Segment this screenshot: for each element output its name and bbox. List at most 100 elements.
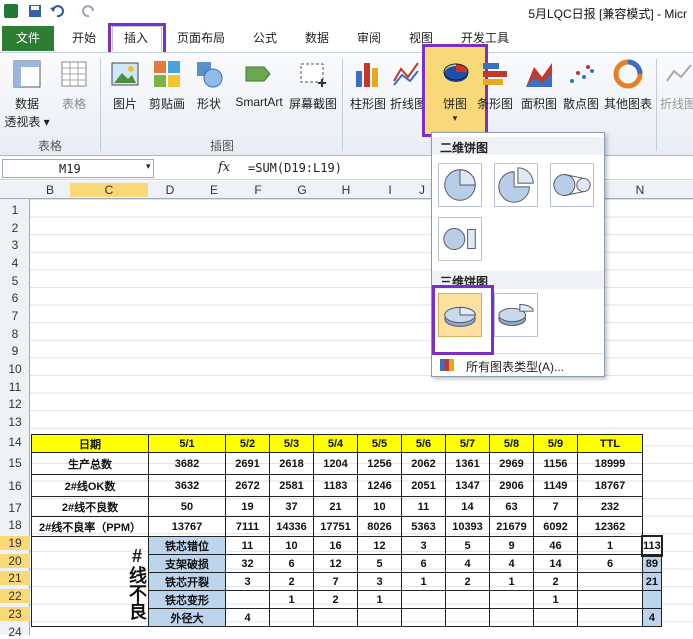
column-header[interactable]: J xyxy=(412,183,432,197)
table-cell[interactable]: 1246 xyxy=(357,474,402,497)
table-cell[interactable]: 2 xyxy=(445,572,490,591)
row-header[interactable]: 10 xyxy=(0,362,30,376)
table-cell[interactable]: 2969 xyxy=(489,452,534,475)
tab-home[interactable]: 开始 xyxy=(72,29,96,46)
table-cell[interactable]: 2 xyxy=(533,572,578,591)
table-cell[interactable]: 18999 xyxy=(577,452,643,475)
row-header[interactable]: 15 xyxy=(0,456,30,470)
row-header[interactable]: 11 xyxy=(0,380,30,394)
table-cell[interactable] xyxy=(313,608,358,627)
row-header[interactable]: 6 xyxy=(0,291,30,305)
table-cell[interactable]: 5 xyxy=(445,536,490,555)
table-cell[interactable]: 12 xyxy=(313,554,358,573)
table-cell[interactable] xyxy=(401,590,446,609)
row-header[interactable]: 12 xyxy=(0,397,30,411)
table-cell[interactable]: 5363 xyxy=(401,516,446,537)
table-cell[interactable]: 1361 xyxy=(445,452,490,475)
table-cell[interactable]: 1347 xyxy=(445,474,490,497)
column-chart-button[interactable]: 柱形图 xyxy=(346,55,390,139)
undo-icon[interactable] xyxy=(50,4,64,18)
table-cell[interactable]: 11 xyxy=(225,536,270,555)
tab-review[interactable]: 审阅 xyxy=(357,29,381,46)
table-cell[interactable]: 1 xyxy=(401,572,446,591)
save-icon[interactable] xyxy=(28,4,42,18)
name-box-dropdown-icon[interactable]: ▾ xyxy=(146,161,151,172)
row-header[interactable]: 8 xyxy=(0,327,30,341)
table-cell[interactable]: 17751 xyxy=(313,516,358,537)
table-cell[interactable]: 7111 xyxy=(225,516,270,537)
defect-label[interactable]: 支架破损 xyxy=(148,554,226,573)
table-cell[interactable]: 2 xyxy=(313,590,358,609)
scatter-chart-button[interactable]: 散点图 xyxy=(560,55,602,139)
row-header[interactable]: 24 xyxy=(0,625,30,639)
column-header[interactable]: I xyxy=(368,183,412,197)
table-cell[interactable]: 4 xyxy=(489,554,534,573)
clipart-button[interactable]: 剪贴画 xyxy=(146,55,188,139)
exploded-pie-option[interactable] xyxy=(494,163,538,207)
table-cell[interactable]: 2618 xyxy=(269,452,314,475)
table-button[interactable]: 表格 xyxy=(54,55,94,139)
table-cell[interactable]: 4 xyxy=(225,608,270,627)
table-cell[interactable]: 4 xyxy=(642,608,662,627)
date-column-header[interactable]: 5/1 xyxy=(148,434,226,453)
table-cell[interactable]: 21 xyxy=(313,496,358,517)
date-column-header[interactable]: 5/9 xyxy=(533,434,578,453)
tab-formulas[interactable]: 公式 xyxy=(253,29,277,46)
row-header[interactable]: 1 xyxy=(0,203,30,217)
table-cell[interactable]: 21 xyxy=(642,572,662,591)
table-cell[interactable] xyxy=(401,608,446,627)
table-cell[interactable]: 7 xyxy=(533,496,578,517)
row-header[interactable]: 22 xyxy=(0,589,30,603)
table-cell[interactable]: 7 xyxy=(313,572,358,591)
row-header[interactable]: 4 xyxy=(0,256,30,270)
table-cell[interactable]: 18767 xyxy=(577,474,643,497)
table-cell[interactable]: 4 xyxy=(445,554,490,573)
table-cell[interactable]: 5 xyxy=(357,554,402,573)
table-cell[interactable]: 3632 xyxy=(148,474,226,497)
bar-of-pie-option[interactable] xyxy=(438,217,482,261)
formula-input[interactable]: =SUM(D19:L19) xyxy=(248,161,342,175)
table-cell[interactable]: 2051 xyxy=(401,474,446,497)
table-cell[interactable] xyxy=(445,590,490,609)
defect-label[interactable]: 铁芯变形 xyxy=(148,590,226,609)
date-column-header[interactable]: 5/8 xyxy=(489,434,534,453)
column-header[interactable]: E xyxy=(192,183,236,197)
row-header[interactable]: 5 xyxy=(0,274,30,288)
table-cell[interactable]: 2062 xyxy=(401,452,446,475)
date-column-header[interactable]: TTL xyxy=(577,434,643,453)
row-label[interactable]: 2#线不良率（PPM） xyxy=(31,516,149,537)
table-cell[interactable]: 12362 xyxy=(577,516,643,537)
bar-chart-button[interactable]: 条形图 xyxy=(472,55,518,139)
table-cell[interactable] xyxy=(577,572,643,591)
table-cell[interactable]: 1149 xyxy=(533,474,578,497)
defect-group-label[interactable]: #线不良 xyxy=(31,536,149,627)
table-cell[interactable]: 2691 xyxy=(225,452,270,475)
row-header[interactable]: 19 xyxy=(0,536,30,550)
column-header[interactable]: N xyxy=(610,183,670,197)
tab-file[interactable]: 文件 xyxy=(2,26,54,51)
column-header[interactable]: G xyxy=(280,183,324,197)
name-box[interactable]: M19 xyxy=(2,159,154,178)
pie-option[interactable] xyxy=(438,163,482,207)
table-cell[interactable]: 37 xyxy=(269,496,314,517)
table-cell[interactable]: 8026 xyxy=(357,516,402,537)
other-charts-button[interactable]: 其他图表 xyxy=(602,55,654,139)
picture-button[interactable]: 图片 xyxy=(104,55,146,139)
table-cell[interactable]: 11 xyxy=(401,496,446,517)
row-header[interactable]: 7 xyxy=(0,309,30,323)
defect-label[interactable]: 外径大 xyxy=(148,608,226,627)
table-cell[interactable] xyxy=(577,590,643,609)
area-chart-button[interactable]: 面积图 xyxy=(518,55,560,139)
table-cell[interactable]: 10 xyxy=(269,536,314,555)
table-cell[interactable]: 14 xyxy=(533,554,578,573)
table-cell[interactable]: 63 xyxy=(489,496,534,517)
table-cell[interactable]: 1 xyxy=(357,590,402,609)
shapes-button[interactable]: 形状 xyxy=(190,55,228,139)
row-header[interactable]: 16 xyxy=(0,479,30,493)
row-header[interactable]: 13 xyxy=(0,415,30,429)
table-cell[interactable] xyxy=(489,590,534,609)
table-cell[interactable]: 1156 xyxy=(533,452,578,475)
date-column-header[interactable]: 5/7 xyxy=(445,434,490,453)
line-chart-button[interactable]: 折线图 xyxy=(390,55,424,139)
table-cell[interactable]: 10393 xyxy=(445,516,490,537)
